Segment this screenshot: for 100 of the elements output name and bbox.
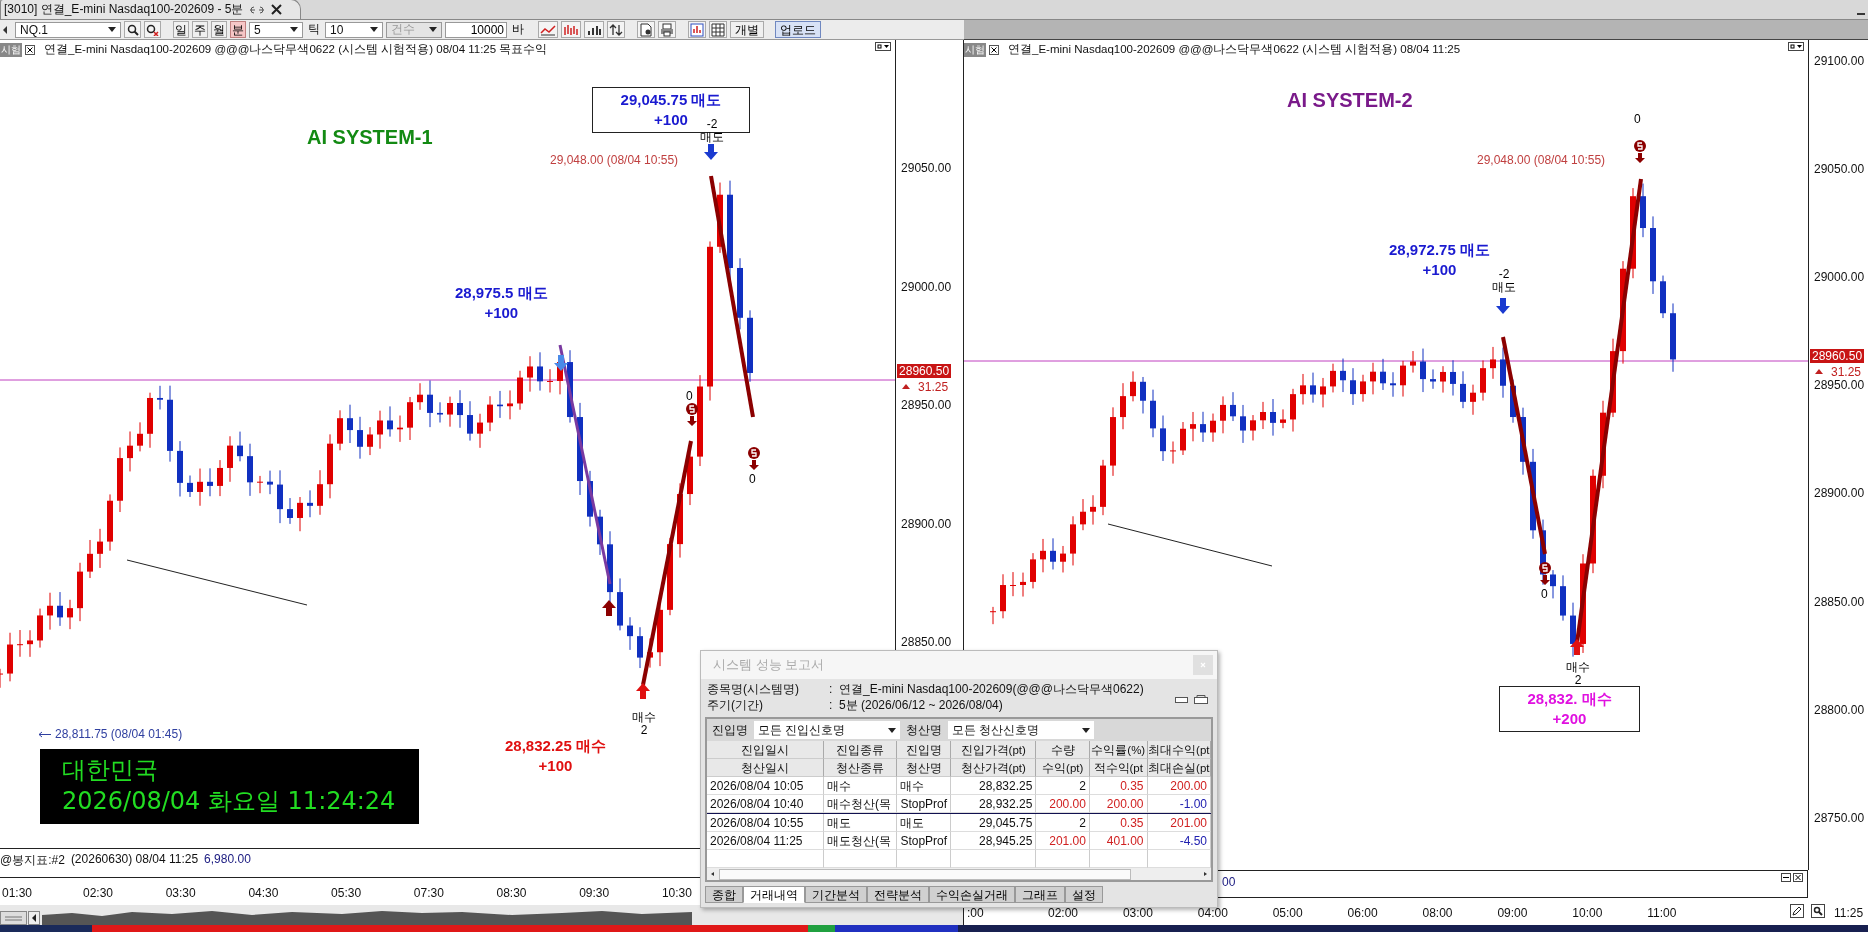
indicator-name: @봉지표:#2 bbox=[0, 852, 65, 869]
price-tick-label: 28800.00 bbox=[1814, 702, 1865, 717]
table-cell: -4.50 bbox=[1147, 832, 1211, 850]
report-tab[interactable]: 수익손실거래 bbox=[929, 886, 1015, 903]
tab-title: [3010] 연결_E-mini Nasdaq100-202609 - 5분 bbox=[4, 1, 244, 18]
interval-dropdown[interactable]: 5 bbox=[249, 21, 303, 38]
system-label: AI SYSTEM-1 bbox=[307, 126, 433, 149]
time-tick-label: 03:00 bbox=[1122, 906, 1153, 920]
chart-badge: 시험 bbox=[964, 42, 986, 57]
info-value: 5분 (2026/06/12 ~ 2026/08/04) bbox=[839, 697, 1003, 713]
column-header: 수익(pt) bbox=[1036, 759, 1090, 777]
time-tick-label: 06:00 bbox=[1347, 906, 1378, 920]
signal-label: 매도 bbox=[1492, 281, 1516, 294]
trade-label: +100 bbox=[1422, 260, 1457, 280]
signal-label: 2 bbox=[640, 724, 648, 737]
time-tick-label: 09:00 bbox=[1497, 906, 1528, 920]
time-tick-label: 09:30 bbox=[579, 886, 610, 900]
price-tick-label: 28850.00 bbox=[901, 635, 952, 649]
info-label: 주기(기간) bbox=[707, 697, 764, 713]
price-tick-label: 29000.00 bbox=[1814, 270, 1865, 285]
time-tick-label: 08:00 bbox=[1422, 906, 1453, 920]
column-header: 진입종류 bbox=[824, 741, 898, 759]
price-tick-label: 28950.00 bbox=[901, 398, 952, 412]
report-tab[interactable]: 거래내역 bbox=[743, 886, 805, 903]
toolbar-button[interactable]: 업로드 bbox=[775, 21, 821, 38]
chart-title: 연결_E-mini Nasdaq100-202609 @@@나스닥무색0622 (시스템 시험적용) 08/04 11:25 bbox=[1008, 42, 1461, 57]
column-header: 청산종류 bbox=[824, 759, 898, 777]
filter-dropdown[interactable]: 모든 청산신호명 bbox=[948, 721, 1094, 739]
period-button[interactable]: 월 bbox=[211, 21, 227, 38]
callout-text: 29,045.75 매도 bbox=[620, 90, 722, 110]
column-header: 수량 bbox=[1036, 741, 1090, 759]
time-tick-label: :00 bbox=[967, 906, 984, 920]
signal-label: 매도 bbox=[700, 131, 724, 144]
table-cell: 2026/08/04 11:25 bbox=[707, 832, 824, 850]
dialog-title: 시스템 성능 보고서 bbox=[713, 656, 825, 674]
price-tick-label: 28900.00 bbox=[1814, 486, 1865, 501]
table-cell: -1.00 bbox=[1147, 795, 1211, 813]
document-tab[interactable]: [3010] 연결_E-mini Nasdaq100-202609 - 5분 bbox=[0, 0, 302, 19]
period-button[interactable]: 분 bbox=[230, 21, 246, 38]
table-cell: 200.00 bbox=[1089, 795, 1148, 813]
column-header: 진입일시 bbox=[707, 741, 825, 759]
table-cell: StopProf bbox=[897, 795, 952, 813]
time-tick-label: 07:30 bbox=[413, 886, 444, 900]
chart-title: 연결_E-mini Nasdaq100-202609 @@@나스닥무색0622 (시스템 시험적용) 08/04 11:25 목표수익 bbox=[44, 42, 548, 57]
indicator-value: 6,980.00 bbox=[204, 852, 251, 866]
callout-text: 28,832. 매수 bbox=[1527, 689, 1612, 709]
report-tab[interactable]: 전략분석 bbox=[867, 886, 929, 903]
signal-label: 0 bbox=[749, 473, 756, 486]
time-tick-label: 10:30 bbox=[661, 886, 692, 900]
symbol-dropdown[interactable]: NQ.1 bbox=[15, 21, 121, 38]
info-colon: : bbox=[829, 697, 834, 713]
price-tick-label: 29000.00 bbox=[901, 279, 952, 294]
price-change-label: 31.25 bbox=[1831, 365, 1862, 379]
column-header: 최대손실(pt bbox=[1147, 759, 1211, 777]
signal-label: 0 bbox=[1541, 588, 1548, 601]
clock-text: 대한민국 bbox=[62, 755, 158, 786]
report-tab[interactable]: 설정 bbox=[1065, 886, 1103, 903]
price-tick-label: 29050.00 bbox=[1814, 162, 1865, 177]
period-button[interactable]: 주 bbox=[192, 21, 208, 38]
filter-dropdown[interactable]: 모든 진입신호명 bbox=[754, 721, 900, 739]
signal-label: 0 bbox=[686, 390, 693, 403]
trade-label: 28,975.5 매도 bbox=[455, 283, 548, 303]
bar-count-input[interactable]: 10000 bbox=[445, 21, 507, 38]
report-tab[interactable]: 종합 bbox=[705, 886, 743, 903]
indicator-info: (20260630) 08/04 11:25 bbox=[70, 852, 199, 866]
period-button[interactable]: 일 bbox=[173, 21, 189, 38]
filter-label: 진입명 bbox=[711, 721, 749, 739]
price-tick-label: 28900.00 bbox=[901, 516, 952, 531]
callout-text: +100 bbox=[654, 110, 688, 130]
current-price-tag: 28960.50 bbox=[897, 364, 952, 378]
time-tick-label: 03:30 bbox=[165, 886, 196, 900]
time-tick-label: 04:00 bbox=[1197, 906, 1228, 920]
column-header: 진입가격(pt) bbox=[951, 741, 1037, 759]
time-tick-label: 02:00 bbox=[1048, 906, 1079, 920]
column-header: 수익률(%) bbox=[1089, 741, 1148, 759]
trade-label: +100 bbox=[484, 303, 519, 323]
time-end-label: 11:25 bbox=[1834, 906, 1864, 920]
info-label: 종목명(시스템명) bbox=[707, 681, 800, 697]
column-header: 청산일시 bbox=[707, 759, 825, 777]
signal-label: 29,048.00 (08/04 10:55) bbox=[550, 154, 679, 167]
table-cell: 28,932.25 bbox=[951, 795, 1037, 813]
report-tab[interactable]: 기간분석 bbox=[805, 886, 867, 903]
indicator-value: 00 bbox=[1222, 875, 1236, 889]
report-tab[interactable]: 그래프 bbox=[1015, 886, 1065, 903]
table-cell: 201.00 bbox=[1036, 832, 1090, 850]
signal-label: -2 bbox=[706, 118, 718, 131]
signal-label: 29,048.00 (08/04 10:55) bbox=[1477, 154, 1606, 167]
trade-label: 28,832.25 매수 bbox=[505, 736, 606, 756]
column-header: 청산명 bbox=[897, 759, 952, 777]
table-cell: StopProf bbox=[897, 832, 952, 850]
toolbar-button[interactable]: 개별 bbox=[730, 21, 764, 38]
column-header: 청산가격(pt) bbox=[951, 759, 1037, 777]
price-tick-label: 28750.00 bbox=[1814, 810, 1865, 825]
low-price-label: 28,811.75 (08/04 01:45) bbox=[55, 728, 183, 741]
column-header: 적수익(pt bbox=[1089, 759, 1148, 777]
tick-dropdown[interactable]: 10 bbox=[325, 21, 383, 38]
trade-label: +100 bbox=[538, 756, 573, 776]
signal-label: 0 bbox=[1634, 113, 1641, 126]
callout-text: +200 bbox=[1552, 709, 1587, 729]
system-label: AI SYSTEM-2 bbox=[1287, 89, 1413, 112]
